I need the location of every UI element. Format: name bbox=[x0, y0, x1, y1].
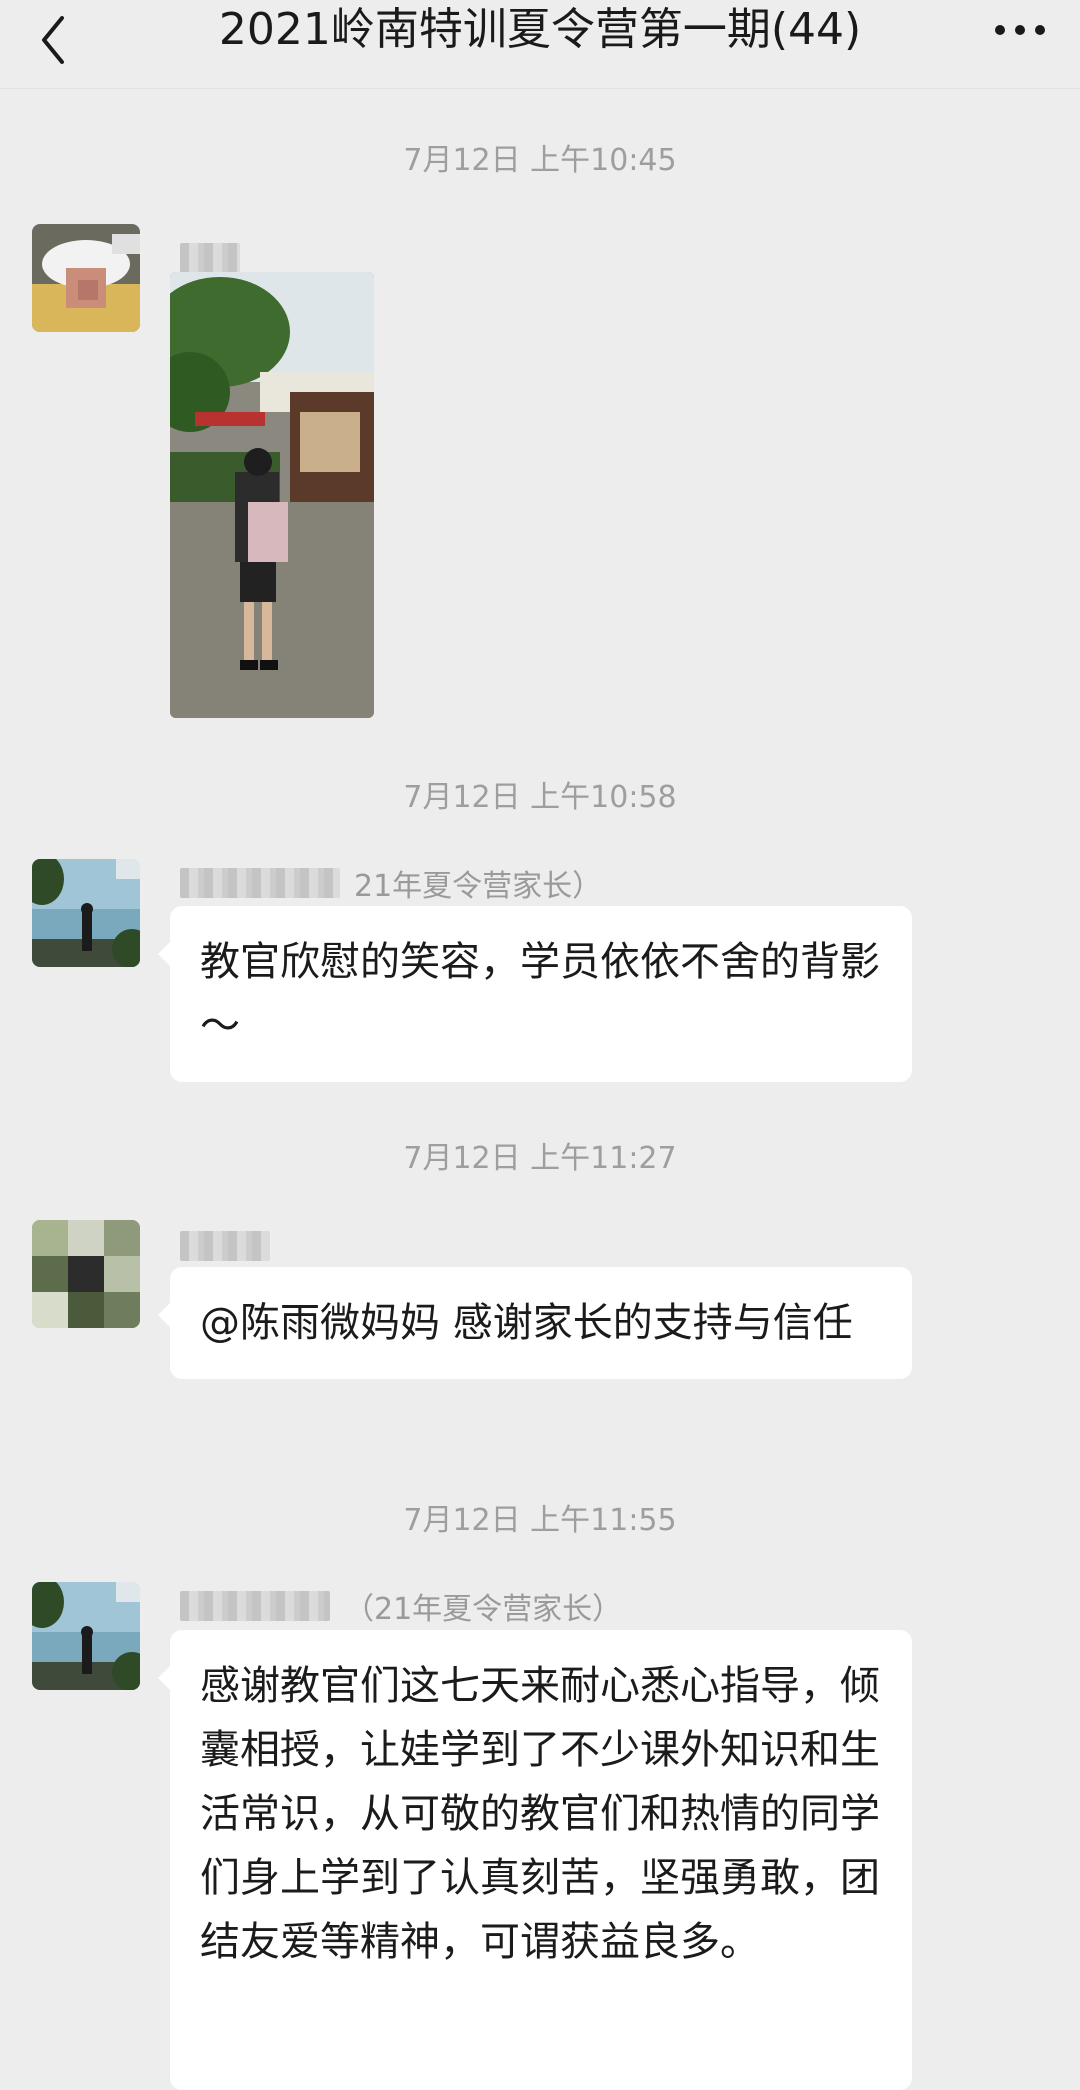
sender-name: 21年夏令营家长） bbox=[180, 863, 603, 904]
message-bubble[interactable]: 感谢教官们这七天来耐心悉心指导，倾囊相授，让娃学到了不少课外知识和生活常识，从可… bbox=[158, 1630, 912, 2090]
message-bubble[interactable]: @陈雨微妈妈 感谢家长的支持与信任 bbox=[158, 1267, 912, 1379]
back-button[interactable] bbox=[34, 12, 74, 68]
chat-title: 2021岭南特训夏令营第一期(44) bbox=[218, 4, 862, 55]
more-button[interactable] bbox=[990, 10, 1050, 50]
timestamp: 7月12日 上午10:58 bbox=[403, 780, 677, 815]
sender-name bbox=[180, 1226, 284, 1266]
message-text: 教官欣慰的笑容，学员依依不舍的背影～ bbox=[200, 939, 880, 1049]
avatar[interactable] bbox=[32, 224, 140, 332]
sender-tag: （21年夏令营家长） bbox=[344, 1592, 623, 1627]
blurred-name bbox=[180, 1231, 270, 1261]
blurred-name bbox=[180, 243, 240, 273]
chevron-left-icon bbox=[42, 16, 64, 64]
message-bubble[interactable]: 教官欣慰的笑容，学员依依不舍的背影～ bbox=[158, 906, 912, 1082]
more-dots-icon bbox=[995, 25, 1045, 35]
timestamp: 7月12日 上午11:55 bbox=[403, 1503, 677, 1538]
avatar[interactable] bbox=[32, 1220, 140, 1328]
message-text: @陈雨微妈妈 感谢家长的支持与信任 bbox=[200, 1300, 853, 1346]
blurred-name bbox=[180, 868, 340, 898]
avatar[interactable] bbox=[32, 859, 140, 967]
chat-header: 2021岭南特训夏令营第一期(44) bbox=[0, 0, 1080, 89]
avatar[interactable] bbox=[32, 1582, 140, 1690]
timestamp: 7月12日 上午11:27 bbox=[403, 1141, 677, 1176]
message-text: 感谢教官们这七天来耐心悉心指导，倾囊相授，让娃学到了不少课外知识和生活常识，从可… bbox=[200, 1663, 880, 1965]
sender-name: （21年夏令营家长） bbox=[180, 1586, 623, 1627]
shared-photo[interactable] bbox=[170, 272, 374, 718]
timestamp: 7月12日 上午10:45 bbox=[403, 143, 677, 178]
blurred-name bbox=[180, 1591, 330, 1621]
sender-tag: 21年夏令营家长） bbox=[354, 869, 603, 904]
